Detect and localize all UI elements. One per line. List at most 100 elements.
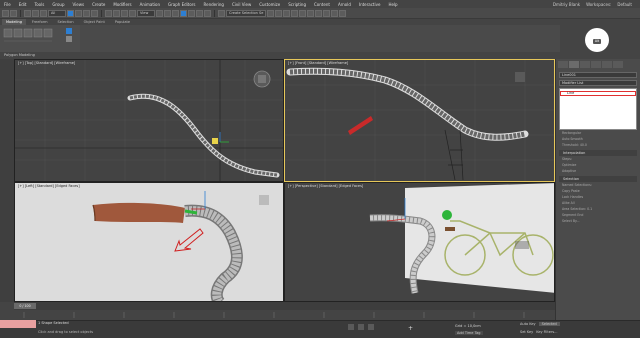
undo-icon[interactable] bbox=[2, 9, 9, 17]
segment-end-checkbox[interactable]: Segment End bbox=[562, 213, 634, 218]
selection-rollout[interactable]: Selection bbox=[559, 176, 637, 182]
viewport-left[interactable]: [+] [Left] [Standard] [Edged Faces] bbox=[14, 182, 284, 302]
select-manipulate-icon[interactable] bbox=[164, 9, 171, 17]
schematic-view-icon[interactable] bbox=[307, 9, 314, 17]
threshold-field[interactable]: 40.0 bbox=[580, 143, 587, 147]
menu-content[interactable]: Content bbox=[310, 2, 334, 7]
pivot-center-icon[interactable] bbox=[156, 9, 163, 17]
link-icon[interactable] bbox=[24, 9, 31, 17]
ribbon-panel-label[interactable]: Polygon Modeling bbox=[4, 53, 64, 58]
viewport-perspective-label[interactable]: [+] [Perspective] [Standard] [Edged Face… bbox=[288, 184, 363, 188]
keyboard-shortcut-icon[interactable] bbox=[172, 9, 179, 17]
object-name-field[interactable]: Line001 bbox=[559, 72, 637, 78]
unlink-icon[interactable] bbox=[32, 9, 39, 17]
utilities-tab-icon[interactable] bbox=[613, 61, 623, 68]
curve-editor-icon[interactable] bbox=[299, 9, 306, 17]
menu-civil-view[interactable]: Civil View bbox=[228, 2, 255, 7]
menu-group[interactable]: Group bbox=[48, 2, 68, 7]
copy-button[interactable]: Copy bbox=[562, 189, 570, 193]
redo-icon[interactable] bbox=[10, 9, 17, 17]
paste-button[interactable]: Paste bbox=[571, 189, 580, 193]
viewport-top-label[interactable]: [+] [Top] [Standard] [Wireframe] bbox=[18, 61, 75, 65]
ribbon-icons bbox=[3, 28, 72, 42]
menu-create[interactable]: Create bbox=[88, 2, 109, 7]
menu-modifiers[interactable]: Modifiers bbox=[109, 2, 135, 7]
render-setup-icon[interactable] bbox=[323, 9, 330, 17]
modifier-stack-item-line[interactable]: Line bbox=[560, 91, 636, 96]
menu-help[interactable]: Help bbox=[384, 2, 401, 7]
lock-handles-checkbox[interactable]: Lock Handles bbox=[562, 195, 634, 200]
trackbar[interactable] bbox=[14, 310, 555, 320]
render-production-icon[interactable] bbox=[339, 9, 346, 17]
snaps-toggle-icon[interactable] bbox=[180, 9, 187, 17]
viewport-front[interactable]: [+] [Front] [Standard] [Wireframe] bbox=[284, 59, 555, 182]
time-slider-handle[interactable]: 0 / 100 bbox=[14, 303, 36, 309]
menu-edit[interactable]: Edit bbox=[15, 2, 31, 7]
menu-graph-editors[interactable]: Graph Editors bbox=[164, 2, 199, 7]
auto-smooth-checkbox[interactable]: Auto Smooth bbox=[562, 137, 634, 142]
rectangular-radio[interactable]: Rectangular bbox=[562, 131, 634, 136]
toggle-ribbon-icon[interactable] bbox=[291, 9, 298, 17]
material-editor-icon[interactable] bbox=[315, 9, 322, 17]
modifier-stack: Line bbox=[559, 88, 637, 130]
area-selection-field[interactable]: 0.1 bbox=[587, 207, 592, 211]
reference-coord-dropdown[interactable]: View bbox=[137, 9, 155, 17]
angle-snap-icon[interactable] bbox=[188, 9, 195, 17]
menu-customize[interactable]: Customize bbox=[255, 2, 284, 7]
hierarchy-tab-icon[interactable] bbox=[580, 61, 590, 68]
motion-tab-icon[interactable] bbox=[591, 61, 601, 68]
layer-explorer-icon[interactable] bbox=[283, 9, 290, 17]
move-icon[interactable] bbox=[105, 9, 112, 17]
menu-scripting[interactable]: Scripting bbox=[284, 2, 310, 7]
menu-interactive[interactable]: Interactive bbox=[355, 2, 385, 7]
toolbar-separator bbox=[20, 9, 21, 17]
mirror-icon[interactable] bbox=[267, 9, 274, 17]
maxscript-listener[interactable] bbox=[0, 320, 36, 328]
rendered-frame-window-icon[interactable] bbox=[331, 9, 338, 17]
auto-key-button[interactable]: Auto Key bbox=[520, 322, 536, 326]
area-selection-checkbox[interactable]: Area Selection: bbox=[562, 207, 586, 211]
key-selected-dropdown[interactable]: Selected bbox=[538, 322, 560, 326]
alike-radio[interactable]: Alike bbox=[562, 201, 570, 205]
rectangular-selection-icon[interactable] bbox=[83, 9, 90, 17]
menu-file[interactable]: File bbox=[0, 2, 15, 7]
named-selection-set-dropdown[interactable]: Create Selection Se bbox=[226, 9, 266, 17]
window-crossing-icon[interactable] bbox=[91, 9, 98, 17]
menu-rendering[interactable]: Rendering bbox=[200, 2, 228, 7]
viewport-front-label[interactable]: [+] [Front] [Standard] [Wireframe] bbox=[288, 61, 348, 65]
user-name[interactable]: Dmitriy Blank bbox=[553, 2, 580, 7]
modify-tab-icon[interactable] bbox=[569, 61, 579, 68]
menu-views[interactable]: Views bbox=[69, 2, 89, 7]
create-tab-icon[interactable] bbox=[558, 61, 568, 68]
scale-icon[interactable] bbox=[121, 9, 128, 17]
key-filters-button[interactable]: Key Filters... bbox=[536, 330, 557, 334]
modifier-list-dropdown[interactable]: Modifier List bbox=[559, 80, 637, 86]
display-tab-icon[interactable] bbox=[602, 61, 612, 68]
select-by-button[interactable]: Select By... bbox=[562, 219, 634, 224]
menu-tools[interactable]: Tools bbox=[30, 2, 48, 7]
viewport-perspective[interactable]: [+] [Perspective] [Standard] [Edged Face… bbox=[284, 182, 555, 302]
adaptive-checkbox[interactable]: Adaptive bbox=[562, 169, 634, 174]
spinner-snap-icon[interactable] bbox=[204, 9, 211, 17]
select-object-icon[interactable] bbox=[67, 9, 74, 17]
steps-label: Steps: bbox=[562, 157, 572, 161]
set-key-button[interactable]: Set Key bbox=[520, 330, 533, 334]
time-slider-track[interactable] bbox=[14, 302, 555, 310]
edit-named-selection-icon[interactable] bbox=[218, 9, 225, 17]
viewport-top[interactable]: [+] [Top] [Standard] [Wireframe] bbox=[14, 59, 284, 182]
add-time-tag-button[interactable]: Add Time Tag bbox=[455, 331, 483, 335]
optimize-checkbox[interactable]: Optimize bbox=[562, 163, 634, 168]
selection-filter-dropdown[interactable]: All bbox=[48, 9, 66, 17]
align-icon[interactable] bbox=[275, 9, 282, 17]
workspace-dropdown[interactable]: Default bbox=[617, 2, 632, 7]
viewport-left-label[interactable]: [+] [Left] [Standard] [Edged Faces] bbox=[18, 184, 80, 188]
rotate-icon[interactable] bbox=[113, 9, 120, 17]
place-icon[interactable] bbox=[129, 9, 136, 17]
menu-animation[interactable]: Animation bbox=[136, 2, 164, 7]
select-by-name-icon[interactable] bbox=[75, 9, 82, 17]
menu-arnold[interactable]: Arnold bbox=[334, 2, 355, 7]
interpolation-rollout[interactable]: Interpolation bbox=[559, 150, 637, 156]
all-radio[interactable]: All bbox=[571, 201, 575, 205]
bind-space-warp-icon[interactable] bbox=[40, 9, 47, 17]
percent-snap-icon[interactable] bbox=[196, 9, 203, 17]
